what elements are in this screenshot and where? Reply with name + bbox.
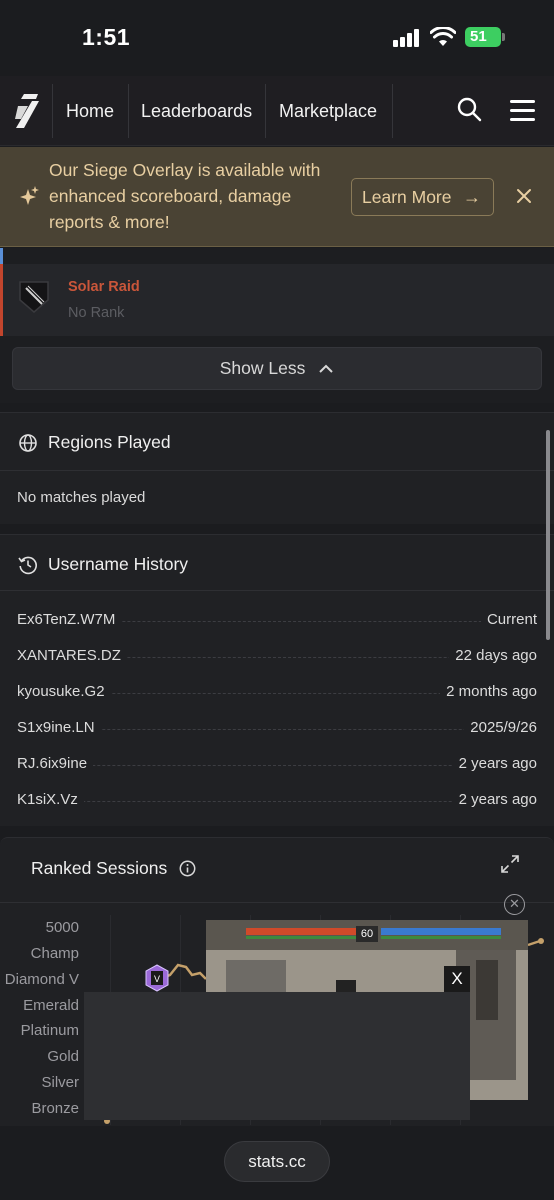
username-date: 2 years ago <box>452 755 537 772</box>
username-history-panel: Username History Ex6TenZ.W7M Current XAN… <box>0 534 554 826</box>
regions-empty: No matches played <box>17 489 146 506</box>
season-rank: No Rank <box>68 305 125 321</box>
username-date: 22 days ago <box>449 647 537 664</box>
history-icon <box>18 556 37 575</box>
arrow-right-icon: → <box>463 187 481 207</box>
show-less-button[interactable]: Show Less <box>12 347 542 390</box>
username: kyousuke.G2 <box>17 683 111 700</box>
sparkle-icon <box>20 186 39 205</box>
ranked-sessions-title: Ranked Sessions <box>31 858 168 878</box>
info-icon[interactable] <box>179 860 196 877</box>
url-bar[interactable]: stats.cc <box>224 1141 330 1182</box>
globe-icon <box>19 434 37 452</box>
cellular-signal-icon <box>393 29 423 47</box>
ad-overlay-panel <box>84 992 470 1120</box>
username: XANTARES.DZ <box>17 647 127 664</box>
ad-close-button[interactable]: X <box>444 966 470 992</box>
battery-level: 51 <box>465 27 501 47</box>
username: RJ.6ix9ine <box>17 755 94 772</box>
username-row: S1x9ine.LN 2025/9/26 <box>17 719 537 739</box>
banner-message: Our Siege Overlay is available with enha… <box>49 160 321 232</box>
username-date: 2025/9/26 <box>464 719 537 736</box>
y-axis-label: 5000 <box>45 919 79 936</box>
learn-more-label: Learn More <box>362 187 452 207</box>
regions-title: Regions Played <box>48 432 171 452</box>
y-axis-label: Bronze <box>31 1100 79 1117</box>
status-bar: 1:51 51 <box>0 0 554 76</box>
ad-dismiss-icon[interactable]: ✕ <box>504 894 525 915</box>
hamburger-menu-icon[interactable] <box>510 100 536 122</box>
y-axis-label: Champ <box>30 945 79 962</box>
username-row: Ex6TenZ.W7M Current <box>17 611 537 631</box>
y-axis-label: Emerald <box>23 997 79 1014</box>
season-name: Solar Raid <box>68 279 140 295</box>
show-less-label: Show Less <box>219 358 306 378</box>
username: K1siX.Vz <box>17 791 84 808</box>
nav-home[interactable]: Home <box>66 76 114 146</box>
y-axis-label: Gold <box>47 1048 79 1065</box>
regions-played-panel: Regions Played No matches played <box>0 412 554 524</box>
season-rank-card <box>0 264 554 336</box>
username-history-title: Username History <box>48 554 189 574</box>
rank-badge-icon <box>19 281 49 313</box>
wifi-icon <box>430 27 456 46</box>
nav-marketplace[interactable]: Marketplace <box>279 76 377 146</box>
search-icon[interactable] <box>456 96 482 122</box>
username: S1x9ine.LN <box>17 719 101 736</box>
username-row: XANTARES.DZ 22 days ago <box>17 647 537 667</box>
nav-leaderboards[interactable]: Leaderboards <box>141 76 252 146</box>
username-row: kyousuke.G2 2 months ago <box>17 683 537 703</box>
y-axis-label: Diamond V <box>4 971 79 988</box>
svg-text:V: V <box>154 974 160 984</box>
chevron-up-icon <box>319 364 333 374</box>
status-time: 1:51 <box>82 24 131 50</box>
site-logo-icon[interactable] <box>12 92 42 130</box>
username-date: Current <box>480 611 537 628</box>
learn-more-button[interactable]: Learn More → <box>351 178 494 216</box>
battery-icon: 51 <box>465 27 505 47</box>
expand-icon[interactable] <box>500 854 520 874</box>
username-row: K1siX.Vz 2 years ago <box>17 791 537 811</box>
y-axis-label: Platinum <box>20 1022 79 1039</box>
top-navbar: Home Leaderboards Marketplace <box>0 76 554 146</box>
diamond-rank-icon: V <box>145 964 169 992</box>
season-marker <box>0 248 3 264</box>
username-date: 2 months ago <box>440 683 537 700</box>
username-row: RJ.6ix9ine 2 years ago <box>17 755 537 775</box>
username-date: 2 years ago <box>452 791 537 808</box>
close-icon[interactable] <box>515 187 533 205</box>
ad-timer: 60 <box>360 928 374 940</box>
y-axis-label: Silver <box>41 1074 79 1091</box>
page-scrollbar[interactable] <box>546 430 550 640</box>
username: Ex6TenZ.W7M <box>17 611 122 628</box>
